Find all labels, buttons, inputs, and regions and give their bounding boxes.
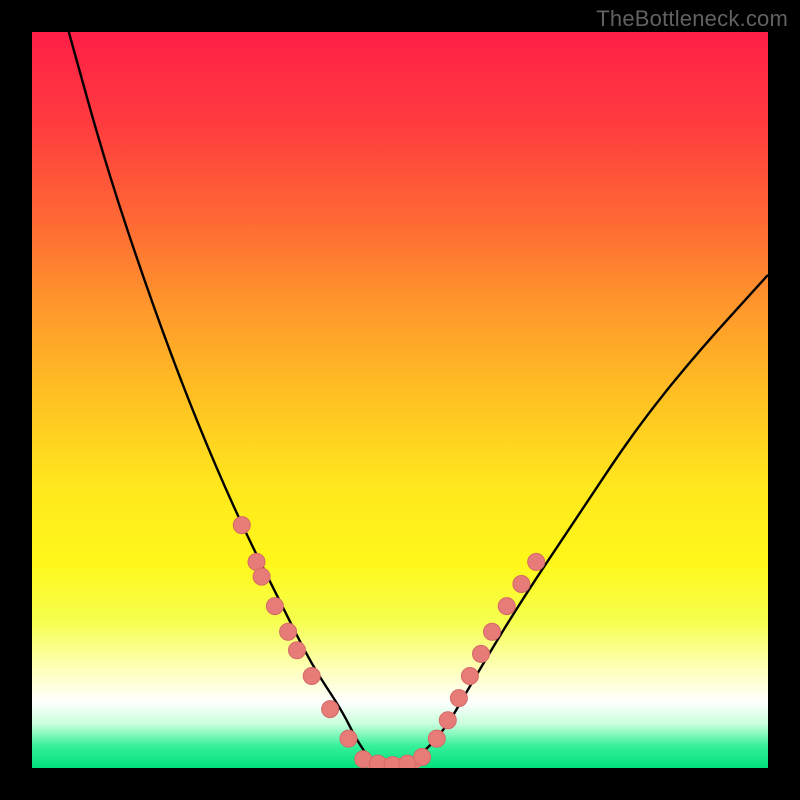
plot-area: [32, 32, 768, 768]
attribution-text: TheBottleneck.com: [596, 6, 788, 32]
marker-dot: [233, 517, 250, 534]
marker-dot: [484, 623, 501, 640]
marker-dot: [473, 645, 490, 662]
marker-dot: [428, 730, 445, 747]
marker-dot: [289, 642, 306, 659]
marker-dot: [450, 690, 467, 707]
marker-dot: [513, 576, 530, 593]
curve-line: [69, 32, 768, 766]
marker-dot: [528, 553, 545, 570]
marker-dot: [498, 598, 515, 615]
marker-dot: [322, 701, 339, 718]
highlighted-markers: [233, 517, 544, 768]
marker-dot: [266, 598, 283, 615]
marker-dot: [340, 730, 357, 747]
marker-dot: [461, 668, 478, 685]
marker-dot: [280, 623, 297, 640]
chart-frame: TheBottleneck.com: [0, 0, 800, 800]
marker-dot: [253, 568, 270, 585]
marker-dot: [414, 749, 431, 766]
bottleneck-curve-svg: [32, 32, 768, 768]
marker-dot: [439, 712, 456, 729]
marker-dot: [303, 668, 320, 685]
